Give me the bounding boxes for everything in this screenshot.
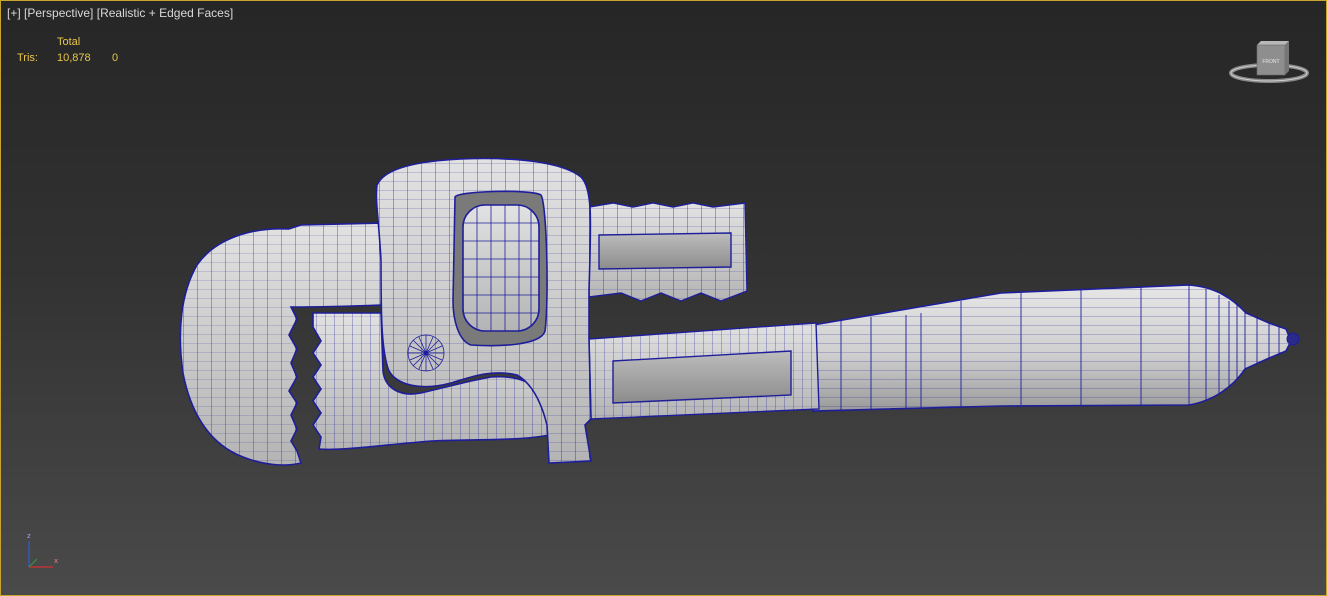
handle-end-cap xyxy=(1286,332,1300,346)
axis-tripod: z x xyxy=(27,532,58,568)
pivot-rivet xyxy=(407,334,445,372)
axis-z-label: z xyxy=(27,532,31,540)
perspective-viewport[interactable]: [+] [Perspective] [Realistic + Edged Fac… xyxy=(0,0,1327,596)
rack-slot xyxy=(598,232,732,270)
axis-x-label: x xyxy=(54,557,58,565)
pipe-wrench-mesh[interactable] xyxy=(1,1,1326,595)
adjust-nut xyxy=(462,204,540,332)
wrench-shank xyxy=(588,322,820,420)
shank-recess xyxy=(612,350,792,404)
wrench-handle xyxy=(812,284,1300,412)
wrench-adjust-rack xyxy=(588,202,748,302)
